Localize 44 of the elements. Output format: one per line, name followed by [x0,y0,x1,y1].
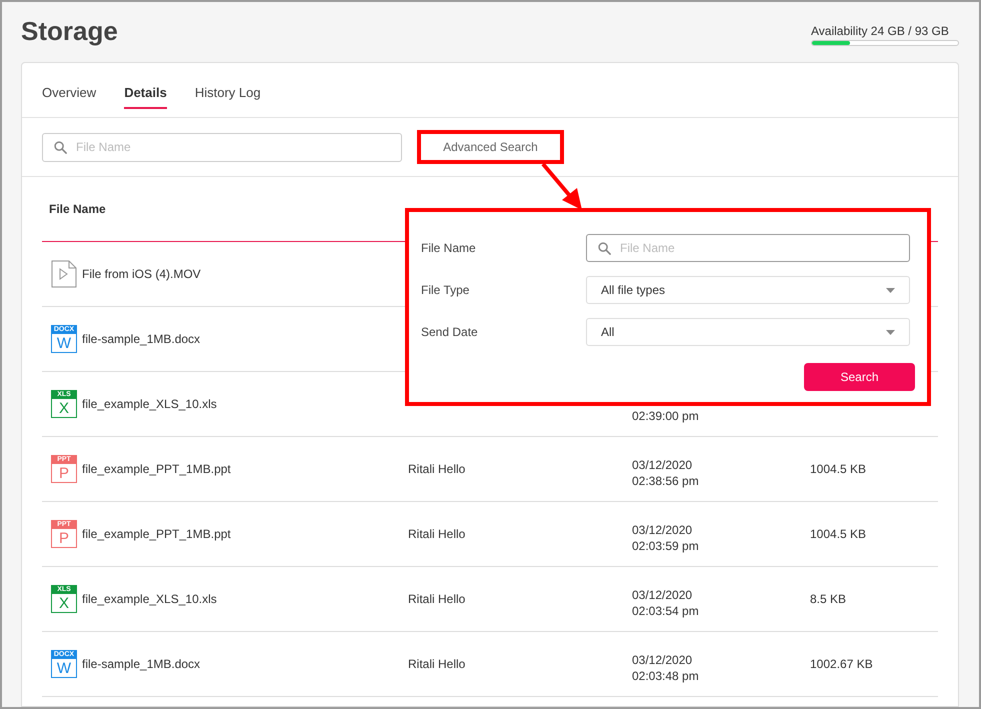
author-cell: Ritali Hello [408,592,466,606]
page-title: Storage [21,16,118,46]
search-icon [54,140,67,154]
field-label: Send Date [421,324,479,341]
size-cell: 1004.5 KB [810,462,866,476]
size-cell: 8.5 KB [810,592,846,606]
caret-icon [886,330,895,334]
tab[interactable]: History Log [194,71,261,109]
file-name: file_example_XLS_10.xls [82,396,217,413]
author-cell: Ritali Hello [408,527,466,541]
author-cell: Ritali Hello [408,462,466,476]
size-cell: 1004.5 KB [810,527,866,541]
file-name-field[interactable]: File Name [586,234,910,262]
size-cell: 1002.67 KB [810,657,873,671]
time-text: 02:39:00 pm [632,408,699,424]
column-header: File Name [49,201,106,218]
date-text: 03/12/2020 [632,522,692,538]
search-field[interactable]: File Name [42,132,402,162]
time-text: 02:03:59 pm [632,538,699,554]
file-name: file-sample_1MB.docx [82,331,200,348]
field-label: File Type [421,282,470,299]
file-name: file_example_PPT_1MB.ppt [82,461,231,478]
advanced-search-button[interactable]: Advanced Search [437,138,544,156]
author-cell: Ritali Hello [408,657,466,671]
file-name: file_example_XLS_10.xls [82,591,217,608]
time-text: 02:38:56 pm [632,473,699,489]
file-name: file-sample_1MB.docx [82,656,200,673]
dropdown[interactable]: All file types [586,276,910,304]
search-button[interactable]: Search [804,363,915,391]
date-text: 03/12/2020 [632,652,692,668]
tab[interactable]: Details [124,71,167,109]
date-text: 03/12/2020 [632,587,692,603]
caret-icon [886,288,895,292]
video-file-icon [51,260,77,288]
search-icon [598,242,611,255]
file-name: file_example_PPT_1MB.ppt [82,526,231,543]
dropdown[interactable]: All [586,318,910,346]
field-label: File Name [421,240,477,257]
availability-label: Availability 24 GB / 93 GB [811,24,950,38]
tab[interactable]: Overview [42,71,96,109]
file-name: File from iOS (4).MOV [82,266,201,283]
time-text: 02:03:54 pm [632,603,699,619]
date-text: 03/12/2020 [632,457,692,473]
time-text: 02:03:48 pm [632,668,699,684]
